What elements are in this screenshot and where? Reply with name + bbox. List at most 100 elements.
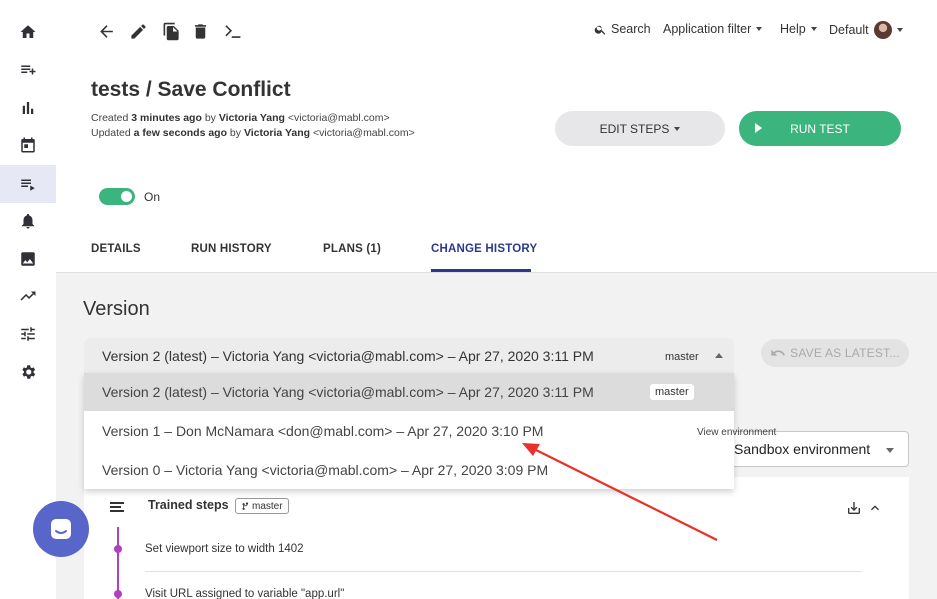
edit-steps-label: EDIT STEPS bbox=[599, 121, 670, 136]
trained-steps-card: Trained steps master Set viewport size t… bbox=[84, 477, 909, 599]
step-item: Visit URL assigned to variable "app.url" bbox=[145, 588, 345, 599]
updated-by: Victoria Yang bbox=[243, 127, 311, 139]
application-filter-menu[interactable]: Application filter bbox=[663, 22, 763, 36]
back-button[interactable] bbox=[95, 20, 117, 42]
gear-icon bbox=[22, 365, 36, 379]
branch-icon bbox=[242, 501, 249, 510]
undo-icon bbox=[771, 349, 786, 356]
created-meta: Created 3 minutes ago by Victoria Yang <… bbox=[91, 112, 390, 124]
edit-button[interactable] bbox=[127, 20, 149, 42]
sidebar-item-settings[interactable] bbox=[0, 353, 56, 391]
created-time: 3 minutes ago bbox=[131, 112, 202, 124]
trash-icon bbox=[194, 23, 206, 39]
chat-launcher-button[interactable] bbox=[33, 501, 89, 557]
tab-plans[interactable]: PLANS (1) bbox=[323, 243, 381, 255]
version-heading: Version bbox=[83, 298, 150, 320]
branch-chip: master bbox=[235, 498, 289, 514]
sidebar-item-trends[interactable] bbox=[0, 277, 56, 315]
download-button[interactable] bbox=[846, 500, 862, 516]
sidebar-item-tune[interactable] bbox=[0, 315, 56, 353]
step-marker bbox=[114, 545, 122, 553]
version-option[interactable]: Version 1 – Don McNamara <don@mabl.com> … bbox=[84, 412, 734, 450]
step-divider bbox=[145, 571, 862, 572]
tab-run-history[interactable]: RUN HISTORY bbox=[191, 243, 272, 255]
list-icon bbox=[110, 502, 124, 514]
help-label: Help bbox=[780, 22, 806, 36]
environment-value: Sandbox environment bbox=[734, 441, 871, 457]
cli-button[interactable] bbox=[220, 20, 244, 42]
chevron-up-icon bbox=[715, 353, 723, 358]
toggle-label: On bbox=[144, 190, 161, 204]
run-test-button[interactable]: RUN TEST bbox=[739, 111, 901, 146]
tune-icon bbox=[21, 327, 35, 341]
created-by: Victoria Yang bbox=[218, 112, 285, 124]
step-marker bbox=[114, 590, 122, 598]
branch-badge: master bbox=[665, 351, 699, 363]
search-icon bbox=[594, 25, 606, 35]
sidebar-item-calendar[interactable] bbox=[0, 126, 56, 164]
tab-details[interactable]: DETAILS bbox=[91, 243, 141, 255]
branch-badge: master bbox=[650, 384, 694, 400]
tab-change-history[interactable]: CHANGE HISTORY bbox=[431, 243, 537, 255]
delete-button[interactable] bbox=[189, 20, 211, 42]
pencil-icon bbox=[130, 23, 146, 39]
trained-steps-title: Trained steps bbox=[148, 498, 229, 512]
version-option-label: Version 1 – Don McNamara <don@mabl.com> … bbox=[102, 423, 544, 439]
terminal-icon bbox=[224, 24, 240, 38]
sidebar-item-notifications[interactable] bbox=[0, 202, 56, 240]
created-email: <victoria@mabl.com> bbox=[287, 112, 390, 124]
version-option-label: Version 0 – Victoria Yang <victoria@mabl… bbox=[102, 462, 549, 478]
version-option[interactable]: Version 0 – Victoria Yang <victoria@mabl… bbox=[84, 451, 734, 489]
environment-label: View environment bbox=[697, 427, 777, 438]
duplicate-button[interactable] bbox=[160, 20, 182, 42]
sidebar-item-home[interactable] bbox=[0, 13, 56, 51]
run-test-label: RUN TEST bbox=[790, 121, 850, 136]
download-icon bbox=[848, 502, 860, 514]
trending-up-icon bbox=[20, 291, 36, 301]
sidebar-item-add-list[interactable] bbox=[0, 51, 56, 89]
chevron-down-icon bbox=[810, 27, 817, 31]
updated-email: <victoria@mabl.com> bbox=[313, 127, 415, 139]
chevron-down-icon bbox=[674, 126, 681, 131]
enabled-toggle[interactable] bbox=[99, 188, 135, 205]
version-select[interactable]: Version 2 (latest) – Victoria Yang <vict… bbox=[84, 338, 734, 373]
chevron-down-icon bbox=[896, 28, 903, 32]
chevron-down-icon bbox=[886, 448, 894, 453]
updated-prefix: Updated bbox=[91, 127, 131, 139]
avatar bbox=[873, 21, 892, 39]
sidebar-item-insights[interactable] bbox=[0, 89, 56, 127]
version-option[interactable]: Version 2 (latest) – Victoria Yang <vict… bbox=[84, 373, 734, 411]
version-option-label: Version 2 (latest) – Victoria Yang <vict… bbox=[102, 384, 594, 400]
bar-chart-icon bbox=[22, 102, 34, 114]
step-item: Set viewport size to width 1402 bbox=[145, 543, 304, 555]
sidebar-item-visuals[interactable] bbox=[0, 240, 56, 278]
workspace-label: Default bbox=[829, 23, 869, 37]
version-select-value: Version 2 (latest) – Victoria Yang <vict… bbox=[102, 348, 594, 364]
save-as-latest-label: SAVE AS LATEST... bbox=[790, 346, 900, 360]
created-by-word: by bbox=[204, 112, 216, 124]
bell-icon bbox=[22, 213, 34, 229]
updated-by-word: by bbox=[229, 127, 242, 139]
edit-steps-button[interactable]: EDIT STEPS bbox=[555, 111, 725, 146]
steps-timeline bbox=[117, 527, 119, 599]
collapse-button[interactable] bbox=[867, 500, 883, 516]
version-dropdown-menu: Version 2 (latest) – Victoria Yang <vict… bbox=[84, 373, 734, 489]
updated-meta: Updated a few seconds ago by Victoria Ya… bbox=[91, 127, 415, 139]
playlist-play-icon bbox=[21, 179, 35, 191]
save-as-latest-button[interactable]: SAVE AS LATEST... bbox=[761, 339, 909, 367]
workspace-menu[interactable]: Default bbox=[829, 21, 903, 39]
created-prefix: Created bbox=[91, 112, 129, 124]
search-label: Search bbox=[611, 22, 651, 36]
play-icon bbox=[755, 123, 762, 133]
chat-icon bbox=[51, 519, 71, 539]
calendar-icon bbox=[21, 137, 35, 153]
playlist-add-icon bbox=[21, 65, 36, 75]
search-link[interactable]: Search bbox=[594, 22, 651, 36]
arrow-left-icon bbox=[99, 24, 113, 38]
copy-icon bbox=[163, 22, 179, 40]
sidebar-item-tests[interactable] bbox=[0, 165, 56, 203]
help-menu[interactable]: Help bbox=[780, 22, 817, 36]
home-icon bbox=[20, 25, 36, 38]
application-filter-label: Application filter bbox=[663, 22, 752, 36]
branch-chip-label: master bbox=[252, 500, 283, 512]
